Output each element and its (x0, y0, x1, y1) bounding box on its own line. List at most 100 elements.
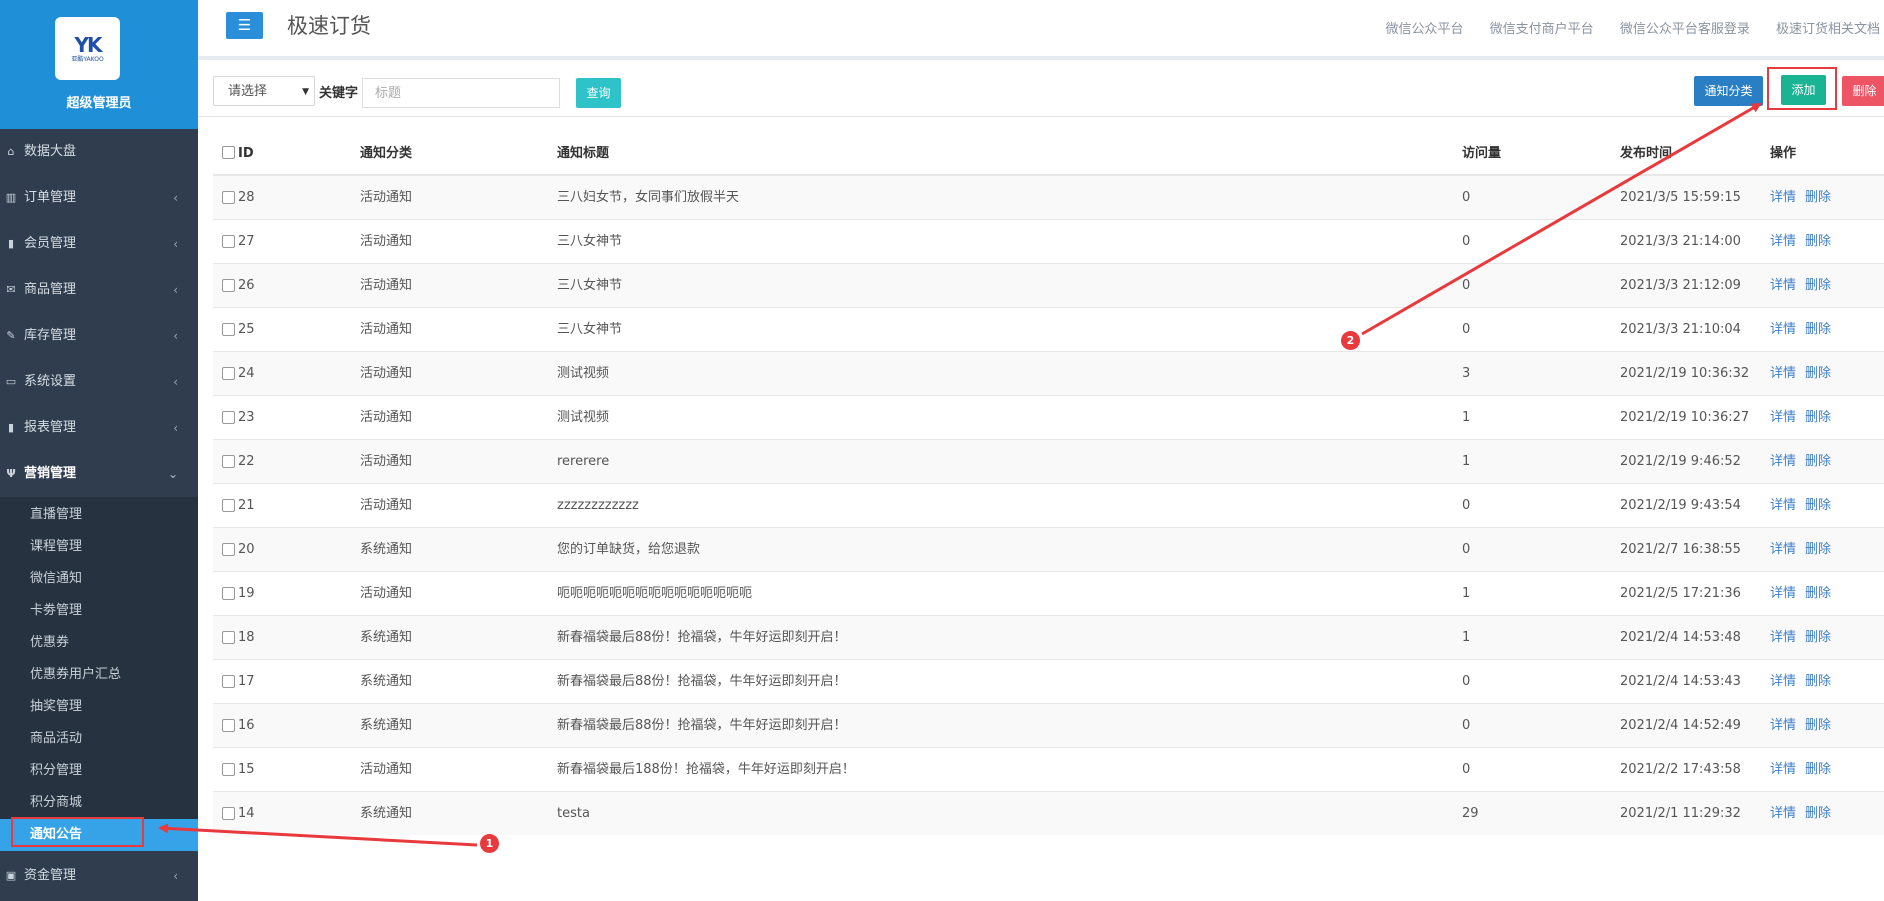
row-checkbox[interactable] (222, 763, 235, 776)
sidebar-subitem-points-mall[interactable]: 积分商城 (0, 787, 198, 819)
detail-link[interactable]: 详情 (1770, 454, 1796, 469)
category-select[interactable]: 请选择 ▼ (213, 76, 315, 106)
delete-link[interactable]: 删除 (1805, 322, 1831, 337)
menu-toggle-button[interactable]: ☰ (226, 12, 263, 39)
sidebar-item-dashboard[interactable]: ⌂ 数据大盘 (0, 129, 198, 175)
detail-link[interactable]: 详情 (1770, 630, 1796, 645)
row-checkbox[interactable] (222, 411, 235, 424)
sidebar-subitem-wechat-notify[interactable]: 微信通知 (0, 563, 198, 595)
cell-id: 20 (238, 542, 255, 557)
sidebar-subitem-coupons[interactable]: 优惠券 (0, 627, 198, 659)
bar-chart-icon: ▮ (7, 421, 15, 434)
sidebar-item-funds[interactable]: ▣ 资金管理 ‹ (0, 853, 198, 899)
select-all-checkbox[interactable] (222, 146, 235, 159)
sidebar-subitem-live[interactable]: 直播管理 (0, 499, 198, 531)
filter-toolbar: 请选择 ▼ 关键字 标题 查询 通知分类 添加 删除 (198, 60, 1884, 117)
row-checkbox[interactable] (222, 323, 235, 336)
row-checkbox[interactable] (222, 499, 235, 512)
sidebar-subitem-coupon-users[interactable]: 优惠券用户汇总 (0, 659, 198, 691)
delete-link[interactable]: 删除 (1805, 542, 1831, 557)
delete-link[interactable]: 删除 (1805, 630, 1831, 645)
delete-link[interactable]: 删除 (1805, 674, 1831, 689)
delete-link[interactable]: 删除 (1805, 190, 1831, 205)
notice-category-button[interactable]: 通知分类 (1694, 76, 1763, 106)
row-checkbox[interactable] (222, 235, 235, 248)
row-checkbox[interactable] (222, 587, 235, 600)
detail-link[interactable]: 详情 (1770, 498, 1796, 513)
column-header-publish-time: 发布时间 (1620, 146, 1673, 161)
search-input[interactable]: 标题 (362, 78, 560, 108)
sidebar-item-members[interactable]: ▮ 会员管理 ‹ (0, 221, 198, 267)
cell-id: 16 (238, 718, 255, 733)
delete-link[interactable]: 删除 (1805, 366, 1831, 381)
sidebar-item-settings[interactable]: ▭ 系统设置 ‹ (0, 359, 198, 405)
sidebar-item-products[interactable]: ✉ 商品管理 ‹ (0, 267, 198, 313)
detail-link[interactable]: 详情 (1770, 718, 1796, 733)
detail-link[interactable]: 详情 (1770, 806, 1796, 821)
delete-link[interactable]: 删除 (1805, 454, 1831, 469)
cell-publish-time: 2021/3/3 21:12:09 (1620, 278, 1741, 293)
cell-actions: 详情 删除 (1770, 308, 1831, 351)
annotation-marker-1: 1 (480, 834, 499, 853)
detail-link[interactable]: 详情 (1770, 410, 1796, 425)
detail-link[interactable]: 详情 (1770, 278, 1796, 293)
sidebar-item-inventory[interactable]: ✎ 库存管理 ‹ (0, 313, 198, 359)
cell-actions: 详情 删除 (1770, 572, 1831, 615)
sidebar-item-marketing[interactable]: Ψ 营销管理 ⌄ (0, 451, 198, 497)
sidebar-subitem-points[interactable]: 积分管理 (0, 755, 198, 787)
sidebar-item-label: 数据大盘 (24, 144, 77, 159)
edit-icon: ✎ (6, 329, 16, 342)
query-button[interactable]: 查询 (576, 78, 621, 108)
row-checkbox[interactable] (222, 455, 235, 468)
row-checkbox[interactable] (222, 367, 235, 380)
bar-chart-icon: ▮ (7, 237, 15, 250)
detail-link[interactable]: 详情 (1770, 586, 1796, 601)
sidebar-item-label: 报表管理 (24, 420, 77, 435)
delete-link[interactable]: 删除 (1805, 410, 1831, 425)
link-wechat-service-login[interactable]: 微信公众平台客服登录 (1620, 22, 1750, 37)
cell-id: 21 (238, 498, 255, 513)
user-role-title: 超级管理员 (66, 96, 132, 111)
sidebar-subitem-cards[interactable]: 卡劵管理 (0, 595, 198, 627)
delete-link[interactable]: 删除 (1805, 498, 1831, 513)
row-checkbox[interactable] (222, 543, 235, 556)
cell-publish-time: 2021/2/7 16:38:55 (1620, 542, 1741, 557)
delete-link[interactable]: 删除 (1805, 278, 1831, 293)
row-checkbox[interactable] (222, 279, 235, 292)
sidebar-subitem-lottery[interactable]: 抽奖管理 (0, 691, 198, 723)
row-checkbox[interactable] (222, 719, 235, 732)
detail-link[interactable]: 详情 (1770, 190, 1796, 205)
cell-id: 28 (238, 190, 255, 205)
delete-link[interactable]: 删除 (1805, 586, 1831, 601)
sidebar-subitem-product-activity[interactable]: 商品活动 (0, 723, 198, 755)
link-wechat-pay-merchant[interactable]: 微信支付商户平台 (1490, 22, 1594, 37)
detail-link[interactable]: 详情 (1770, 322, 1796, 337)
cell-publish-time: 2021/3/5 15:59:15 (1620, 190, 1741, 205)
detail-link[interactable]: 详情 (1770, 542, 1796, 557)
row-checkbox[interactable] (222, 191, 235, 204)
delete-link[interactable]: 删除 (1805, 718, 1831, 733)
detail-link[interactable]: 详情 (1770, 762, 1796, 777)
column-header-id: ID (238, 146, 254, 161)
cell-category: 活动通知 (360, 278, 413, 293)
sidebar-item-orders[interactable]: ▥ 订单管理 ‹ (0, 175, 198, 221)
bulk-delete-button[interactable]: 删除 (1842, 76, 1884, 106)
row-checkbox[interactable] (222, 675, 235, 688)
delete-link[interactable]: 删除 (1805, 234, 1831, 249)
sidebar-subitem-courses[interactable]: 课程管理 (0, 531, 198, 563)
delete-link[interactable]: 删除 (1805, 806, 1831, 821)
sidebar-item-reports[interactable]: ▮ 报表管理 ‹ (0, 405, 198, 451)
columns-icon: ▥ (5, 191, 17, 204)
detail-link[interactable]: 详情 (1770, 674, 1796, 689)
table-row: 17 系统通知 新春福袋最后88份！抢福袋，牛年好运即刻开启！ 0 2021/2/4 1… (213, 659, 1884, 703)
cell-visits: 0 (1462, 674, 1471, 689)
delete-link[interactable]: 删除 (1805, 762, 1831, 777)
table-row: 14 系统通知 testa 29 2021/2/1 11:29:32 详情 删除 (213, 791, 1884, 835)
link-wechat-platform[interactable]: 微信公众平台 (1386, 22, 1464, 37)
detail-link[interactable]: 详情 (1770, 366, 1796, 381)
cell-actions: 详情 删除 (1770, 748, 1831, 791)
detail-link[interactable]: 详情 (1770, 234, 1796, 249)
row-checkbox[interactable] (222, 807, 235, 820)
row-checkbox[interactable] (222, 631, 235, 644)
link-docs[interactable]: 极速订货相关文档 (1776, 22, 1880, 37)
